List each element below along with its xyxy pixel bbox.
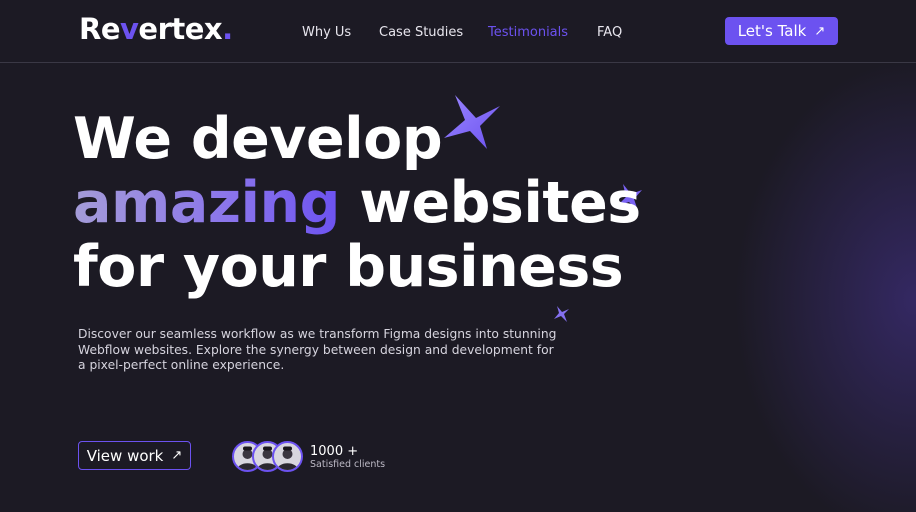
hero-line-2: amazing websites	[73, 170, 641, 236]
logo-text-start: Re	[79, 12, 121, 46]
hero-line-1: We develop	[73, 106, 443, 172]
star-icon-small	[554, 306, 569, 322]
arrow-up-right-icon: ↗	[814, 23, 826, 39]
star-icon-large	[444, 95, 500, 149]
hero-description: Discover our seamless workflow as we tra…	[78, 327, 557, 372]
lets-talk-button[interactable]: Let's Talk ↗	[725, 17, 838, 45]
client-avatars	[232, 441, 304, 473]
nav-case-studies[interactable]: Case Studies	[379, 25, 463, 40]
avatar	[272, 441, 303, 472]
nav-faq[interactable]: FAQ	[597, 25, 622, 40]
arrow-up-right-icon: ↗	[171, 448, 183, 463]
hero-line-3: for your business	[73, 234, 624, 300]
logo[interactable]: Revertex.	[79, 12, 233, 46]
landing-page: Revertex. Why Us Case Studies Testimonia…	[0, 0, 916, 512]
logo-dot: .	[222, 12, 233, 46]
view-work-label: View work	[86, 446, 164, 465]
hero-highlight-word: amazing	[73, 170, 340, 236]
logo-text-end: ertex	[138, 12, 223, 46]
view-work-button[interactable]: View work ↗	[78, 441, 191, 470]
logo-text-accent: v	[120, 12, 139, 46]
nav-testimonials[interactable]: Testimonials	[488, 25, 568, 40]
nav-why-us[interactable]: Why Us	[302, 25, 351, 40]
site-header: Revertex. Why Us Case Studies Testimonia…	[0, 0, 916, 63]
lets-talk-label: Let's Talk	[737, 22, 807, 40]
clients-count: 1000 +	[310, 444, 359, 459]
clients-label: Satisfied clients	[310, 459, 386, 470]
hero-line-2-rest: websites	[359, 170, 641, 236]
